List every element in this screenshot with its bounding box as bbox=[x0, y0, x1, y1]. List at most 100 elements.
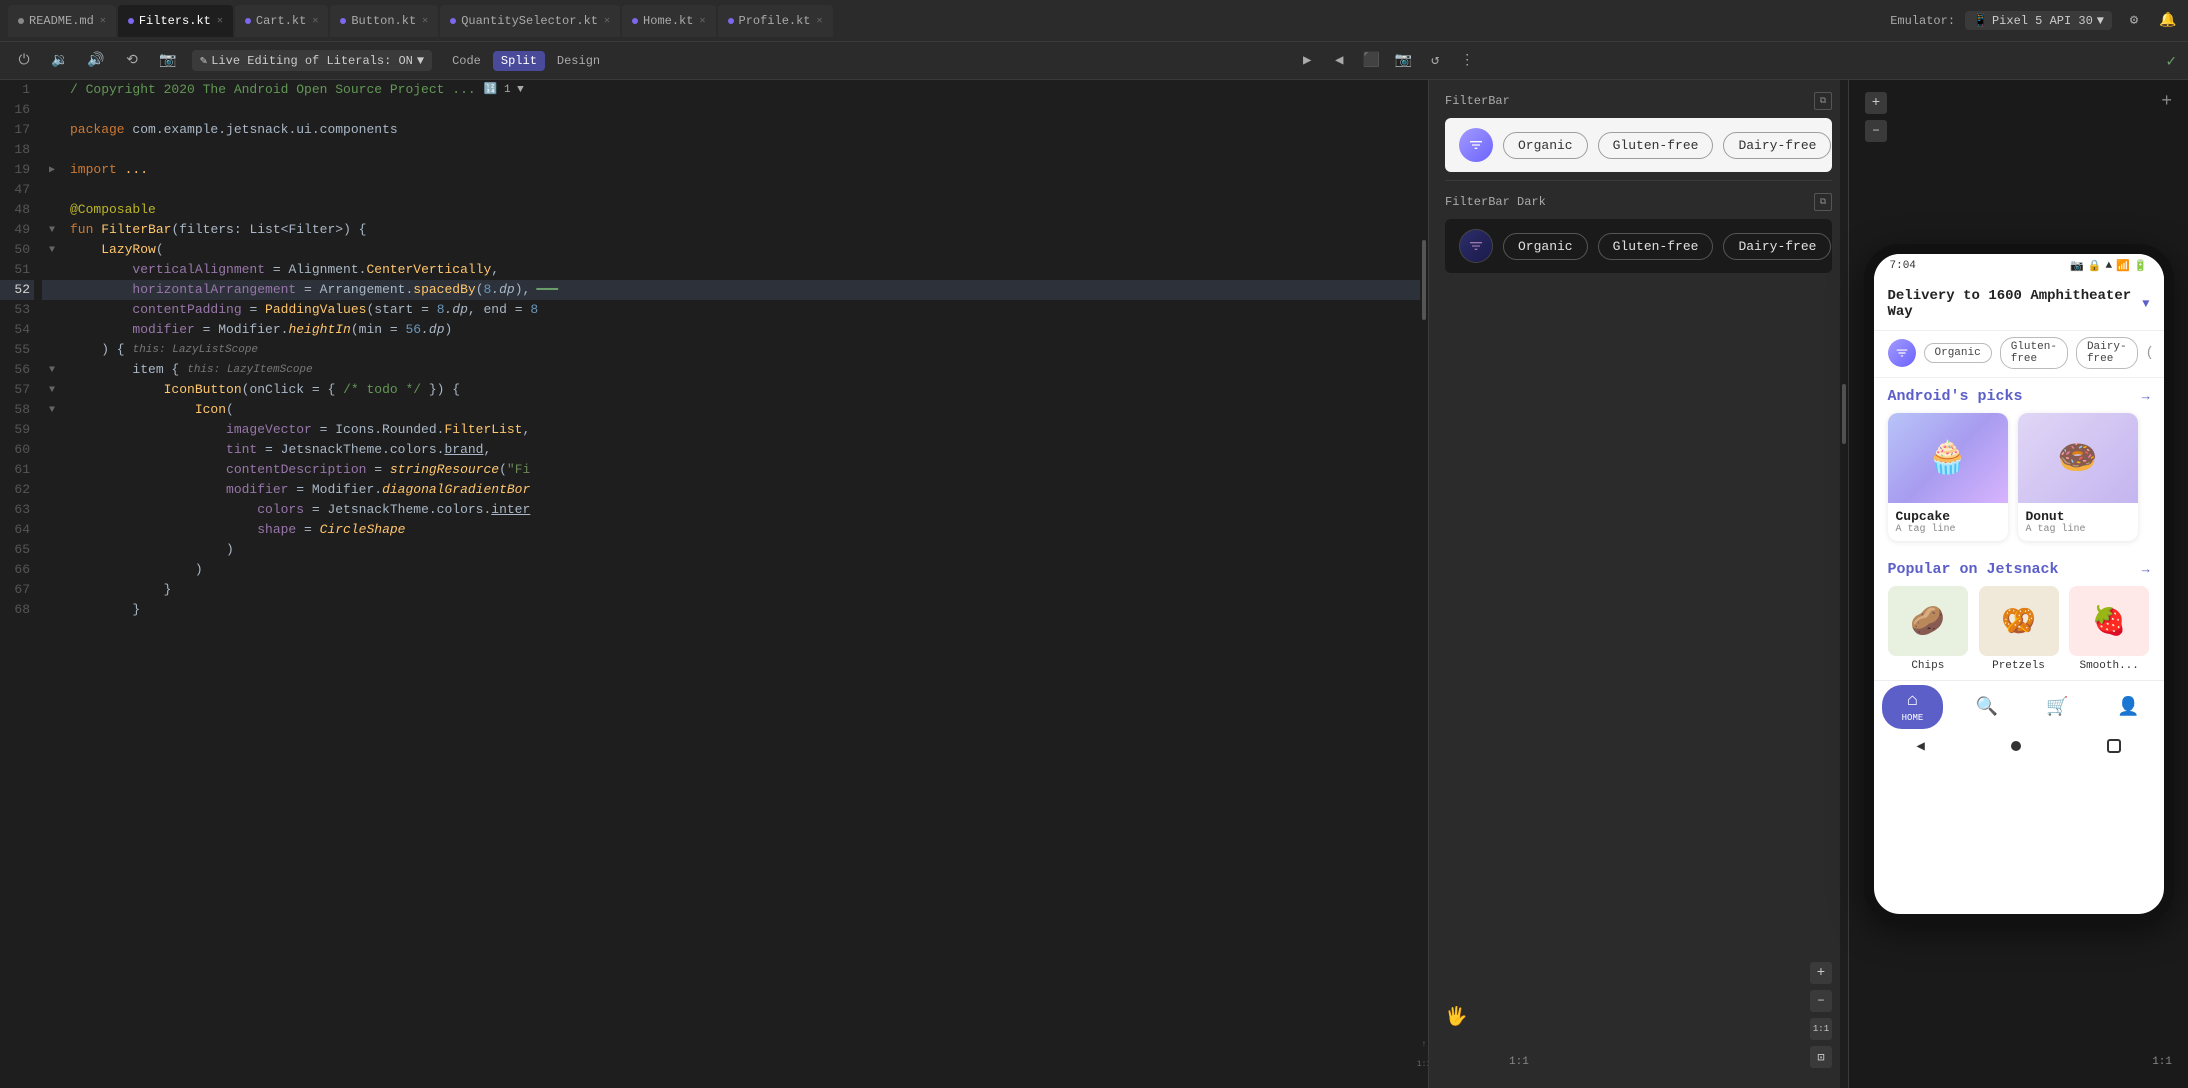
live-editing-toggle[interactable]: ✎ Live Editing of Literals: ON ▼ bbox=[192, 50, 432, 71]
tab-home[interactable]: Home.kt ✕ bbox=[622, 5, 715, 37]
zoom-out-button[interactable]: − bbox=[1810, 990, 1832, 1012]
phone-delivery-chevron-icon[interactable]: ▼ bbox=[2142, 297, 2149, 311]
phone-status-icons: 📷 🔒 ▲ 📶 🔋 bbox=[2070, 259, 2147, 273]
phone-pop-card-chips[interactable]: 🥔 Chips bbox=[1888, 586, 1969, 672]
fold-gutter: ▶ ▼ ▼ ▼ ▼ ▼ bbox=[42, 80, 62, 1088]
notifications-button[interactable]: 🔔 bbox=[2156, 9, 2180, 33]
phone-pop-pretzels-name: Pretzels bbox=[1992, 660, 2045, 672]
code-text-area[interactable]: / Copyright 2020 The Android Open Source… bbox=[62, 80, 1420, 1088]
fold-arrow-58[interactable]: ▼ bbox=[42, 400, 62, 420]
back-icon[interactable]: ◀ bbox=[1327, 49, 1351, 73]
chip-gluten-dark[interactable]: Gluten-free bbox=[1598, 233, 1714, 260]
hand-tool-button[interactable]: 🖐 bbox=[1445, 1006, 1467, 1028]
code-line-50: LazyRow( bbox=[62, 240, 1420, 260]
zoom-reset-button[interactable]: 1:1 bbox=[1810, 1018, 1832, 1040]
tab-close-button[interactable]: ✕ bbox=[422, 15, 428, 27]
filterbar-dark-label: FilterBar Dark ⧉ bbox=[1445, 193, 1832, 211]
tab-close-home[interactable]: ✕ bbox=[699, 15, 705, 27]
filter-icon-light[interactable] bbox=[1459, 128, 1493, 162]
chip-dairy-light[interactable]: Dairy-free bbox=[1723, 132, 1831, 159]
phone-system-nav: ◀ bbox=[1874, 732, 2164, 760]
fold-arrow-57[interactable]: ▼ bbox=[42, 380, 62, 400]
tab-cart[interactable]: Cart.kt ✕ bbox=[235, 5, 328, 37]
phone-delivery-bar[interactable]: Delivery to 1600 Amphitheater Way ▼ bbox=[1874, 278, 2164, 331]
phone-filter-row: Organic Gluten-free Dairy-free ( bbox=[1874, 331, 2164, 378]
fold-arrow-50[interactable]: ▼ bbox=[42, 240, 62, 260]
tab-quantity[interactable]: QuantitySelector.kt ✕ bbox=[440, 5, 620, 37]
phone-zoom-out[interactable]: − bbox=[1865, 120, 1887, 142]
phone-chip-dairy[interactable]: Dairy-free bbox=[2076, 337, 2138, 369]
code-editor: 1 16 17 18 19 47 48 49 50 51 52 53 54 55… bbox=[0, 80, 1428, 1088]
code-line-17: package com.example.jetsnack.ui.componen… bbox=[62, 120, 1420, 140]
live-editing-chevron: ▼ bbox=[417, 54, 424, 68]
tab-profile[interactable]: Profile.kt ✕ bbox=[718, 5, 833, 37]
preview-scrollbar-thumb[interactable] bbox=[1842, 384, 1846, 444]
tab-close-readme[interactable]: ✕ bbox=[100, 15, 106, 27]
phone-pop-card-pretzels[interactable]: 🥨 Pretzels bbox=[1978, 586, 2059, 672]
refresh-icon[interactable]: ↺ bbox=[1423, 49, 1447, 73]
code-line-67: } bbox=[62, 580, 1420, 600]
phone-nav-cart[interactable]: 🛒 bbox=[2030, 692, 2084, 722]
camera-icon[interactable]: 📷 bbox=[1391, 49, 1415, 73]
code-scrollbar[interactable]: ↑ 1:1 bbox=[1420, 80, 1428, 1088]
stop-icon[interactable]: ⬛ bbox=[1359, 49, 1383, 73]
tab-close-quantity[interactable]: ✕ bbox=[604, 15, 610, 27]
tab-close-filters[interactable]: ✕ bbox=[217, 15, 223, 27]
tab-readme[interactable]: README.md ✕ bbox=[8, 5, 116, 37]
play-icon[interactable]: ▶ bbox=[1295, 49, 1319, 73]
filterbar-light-label: FilterBar ⧉ bbox=[1445, 92, 1832, 110]
tab-button[interactable]: Button.kt ✕ bbox=[330, 5, 438, 37]
rotate-icon[interactable]: ⟲ bbox=[120, 49, 144, 73]
phone-recents-button[interactable] bbox=[2107, 739, 2121, 753]
tabs-bar: README.md ✕ Filters.kt ✕ Cart.kt ✕ Butto… bbox=[0, 0, 2188, 42]
filter-icon-dark[interactable] bbox=[1459, 229, 1493, 263]
phone-pop-card-smoothie[interactable]: 🍓 Smooth... bbox=[2069, 586, 2150, 672]
phone-card-cupcake-image: 🧁 bbox=[1888, 413, 2008, 503]
more-options-icon[interactable]: ⋮ bbox=[1455, 49, 1479, 73]
phone-home-indicator[interactable] bbox=[2011, 741, 2021, 751]
zoom-in-button[interactable]: + bbox=[1810, 962, 1832, 984]
phone-zoom-controls: + − bbox=[1865, 92, 1887, 142]
preview-scrollbar[interactable] bbox=[1840, 80, 1848, 1088]
tab-filters[interactable]: Filters.kt ✕ bbox=[118, 5, 233, 37]
second-toolbar: ⏻ 🔉 🔊 ⟲ 📷 ✎ Live Editing of Literals: ON… bbox=[0, 42, 2188, 80]
phone-chip-organic[interactable]: Organic bbox=[1924, 343, 1992, 363]
chip-gluten-light[interactable]: Gluten-free bbox=[1598, 132, 1714, 159]
chip-organic-light[interactable]: Organic bbox=[1503, 132, 1588, 159]
phone-back-button[interactable]: ◀ bbox=[1916, 738, 1924, 755]
fit-screen-button[interactable]: ⊡ bbox=[1810, 1046, 1832, 1068]
tab-close-cart[interactable]: ✕ bbox=[312, 15, 318, 27]
phone-zoom-in[interactable]: + bbox=[1865, 92, 1887, 114]
phone-card-cupcake[interactable]: 🧁 Cupcake A tag line bbox=[1888, 413, 2008, 541]
phone-nav-search[interactable]: 🔍 bbox=[1960, 692, 2014, 722]
split-view-button[interactable]: Split bbox=[493, 51, 545, 71]
phone-androids-picks-arrow[interactable]: → bbox=[2142, 389, 2150, 404]
tab-close-profile[interactable]: ✕ bbox=[817, 15, 823, 27]
phone-popular-arrow[interactable]: → bbox=[2142, 562, 2150, 577]
device-selector[interactable]: 📱 Pixel 5 API 30 ▼ bbox=[1965, 11, 2112, 30]
code-view-button[interactable]: Code bbox=[444, 51, 489, 71]
phone-filter-icon[interactable] bbox=[1888, 339, 1916, 367]
view-mode-buttons: Code Split Design bbox=[444, 51, 608, 71]
phone-card-donut[interactable]: 🍩 Donut A tag line bbox=[2018, 413, 2138, 541]
settings-button[interactable]: ⚙ bbox=[2122, 9, 2146, 33]
phone-nav-home[interactable]: ⌂ HOME bbox=[1882, 685, 1944, 729]
add-element-button[interactable]: + bbox=[2161, 92, 2172, 112]
live-editing-icon: ✎ bbox=[200, 53, 207, 68]
chip-dairy-dark[interactable]: Dairy-free bbox=[1723, 233, 1831, 260]
phone-nav-profile[interactable]: 👤 bbox=[2101, 692, 2155, 722]
fold-arrow-56[interactable]: ▼ bbox=[42, 360, 62, 380]
phone-chip-gluten[interactable]: Gluten-free bbox=[2000, 337, 2068, 369]
design-view-button[interactable]: Design bbox=[549, 51, 608, 71]
fold-arrow-19[interactable]: ▶ bbox=[42, 160, 62, 180]
copy-preview-light-button[interactable]: ⧉ bbox=[1814, 92, 1832, 110]
fold-arrow-49[interactable]: ▼ bbox=[42, 220, 62, 240]
tab-dot-button bbox=[340, 18, 346, 24]
snapshot-icon[interactable]: 📷 bbox=[156, 49, 180, 73]
copy-preview-dark-button[interactable]: ⧉ bbox=[1814, 193, 1832, 211]
phone-card-donut-info: Donut A tag line bbox=[2018, 503, 2138, 541]
line-numbers: 1 16 17 18 19 47 48 49 50 51 52 53 54 55… bbox=[0, 80, 42, 1088]
build-status-icon: ✓ bbox=[2166, 51, 2176, 71]
chip-organic-dark[interactable]: Organic bbox=[1503, 233, 1588, 260]
code-scrollbar-thumb[interactable] bbox=[1422, 240, 1426, 320]
